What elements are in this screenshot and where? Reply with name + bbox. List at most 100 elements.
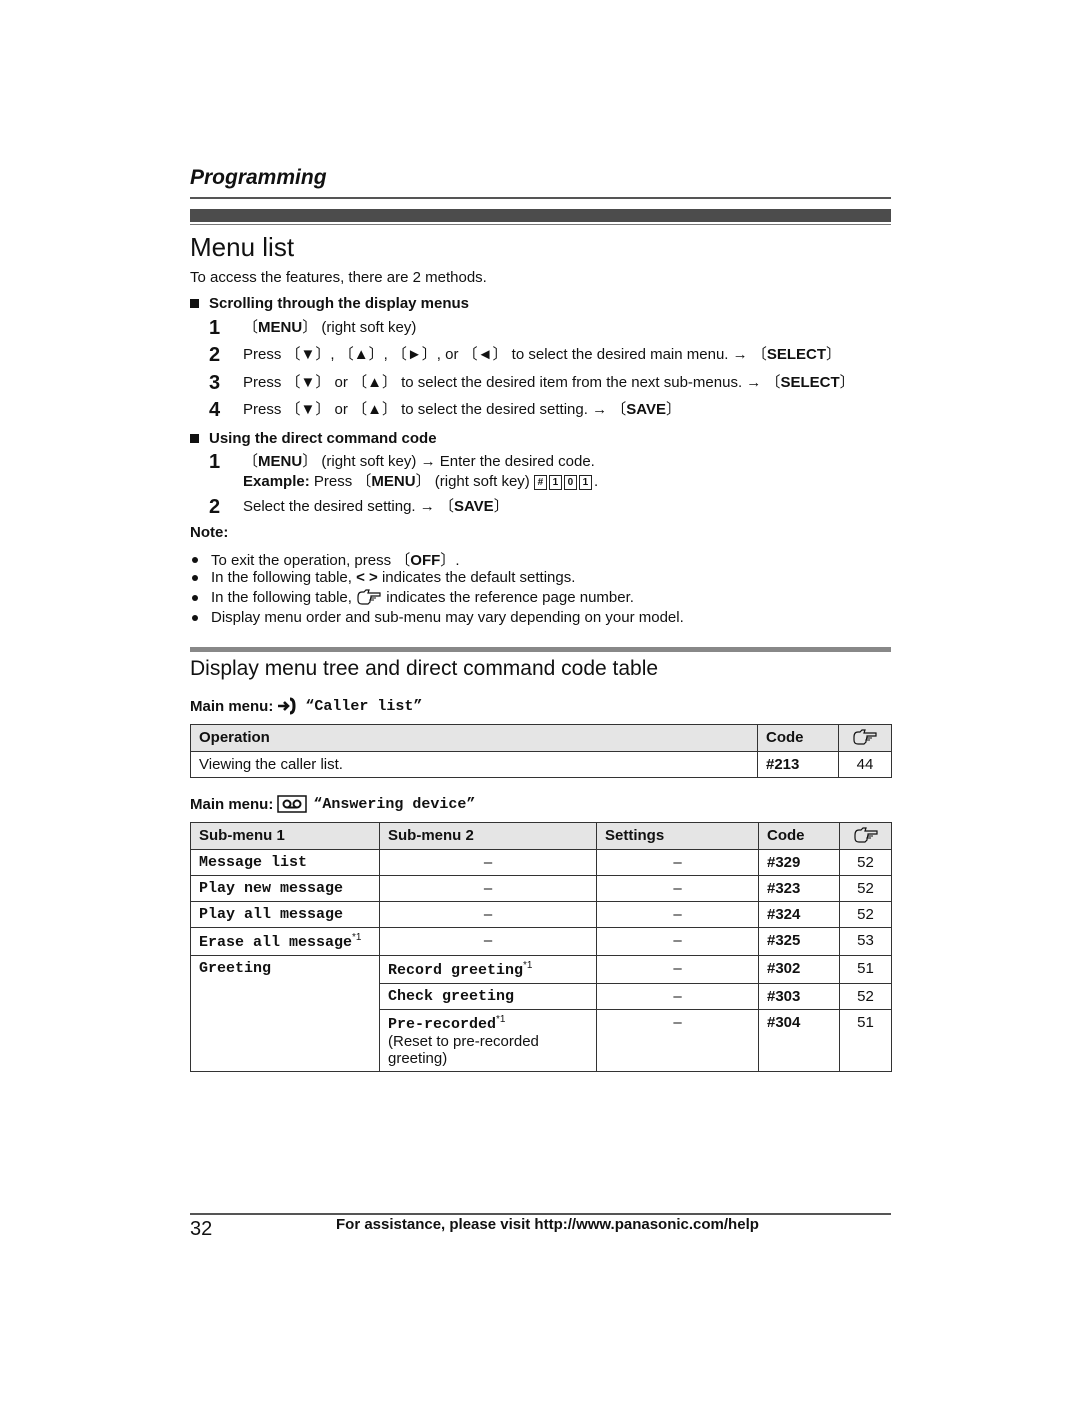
code-cell: #325 (758, 927, 840, 957)
step-desc: (right soft key) (317, 319, 417, 336)
step-text: 〔MENU〕 (right soft key) → Enter the desi… (243, 453, 599, 490)
method2-step-1: 1 〔MENU〕 (right soft key) → Enter the de… (209, 452, 598, 492)
sub-menu-1-cell: Play new message (190, 875, 380, 903)
menu-key: MENU (258, 453, 303, 470)
header-page (838, 723, 892, 753)
sub-menu-2-cell: – (379, 849, 597, 877)
header-code: Code (758, 821, 840, 851)
step-desc: to select the desired setting. → (396, 401, 612, 418)
table-row: Erase all message*1 – – #325 53 (190, 927, 892, 957)
code-cell: #302 (758, 955, 840, 985)
footnote-marker: *1 (496, 1014, 506, 1026)
method1-step-4: 4 Press 〔▼〕 or 〔▲〕 to select the desired… (209, 400, 681, 420)
code-cell: #304 (758, 1009, 840, 1073)
main-menu-caller-list-label: Main menu: “Caller list” (190, 697, 422, 715)
select-key: SELECT (780, 374, 840, 391)
sub-menu-2-cell: – (379, 875, 597, 903)
caller-list-table: Operation Code Viewing the caller list. … (190, 723, 892, 779)
page-cell: 52 (839, 849, 892, 877)
sub-menu-2-description: (Reset to pre-recorded greeting) (388, 1033, 539, 1068)
up-key: ▲ (367, 374, 382, 391)
note-text-part: In the following table, (211, 569, 357, 586)
step-desc: to select the desired item from the next… (396, 374, 766, 391)
header-settings: Settings (596, 821, 759, 851)
note-label: Note: (190, 524, 229, 541)
method2-heading: Using the direct command code (190, 430, 437, 447)
settings-cell: – (596, 955, 759, 985)
step-number: 2 (209, 496, 221, 518)
table-row: Viewing the caller list. #213 44 (190, 751, 892, 779)
method2-step-2: 2 Select the desired setting. → 〔SAVE〕 (209, 497, 509, 517)
sub-menu-2-cell: – (379, 901, 597, 929)
note-text-part: indicates the reference page number. (382, 589, 634, 606)
down-key: ▼ (300, 374, 316, 391)
settings-cell: – (596, 1009, 759, 1073)
code-cell: #213 (757, 751, 839, 779)
main-menu-label: Main menu: (190, 795, 274, 813)
sub-menu-1-cell: Play all message (190, 901, 380, 929)
up-key: ▲ (367, 401, 382, 418)
method1-heading-text: Scrolling through the display menus (209, 295, 470, 312)
sub-menu-2-cell: – (379, 927, 597, 957)
step-desc: to select the desired main menu. → (507, 346, 752, 363)
off-key: OFF (410, 552, 441, 569)
hash-key-icon: # (533, 474, 547, 490)
note-item: Display menu order and sub-menu may vary… (190, 609, 684, 626)
save-key: SAVE (626, 401, 666, 418)
step-desc: Press (243, 346, 286, 363)
page-number: 32 (190, 1218, 213, 1240)
square-bullet-icon (190, 299, 199, 308)
sub-menu-2-text: Record greeting (388, 962, 524, 980)
pointing-hand-icon (357, 589, 381, 605)
step-number: 1 (209, 317, 221, 339)
footnote-marker: *1 (352, 932, 362, 944)
sub-menu-2-text: Pre-recorded (388, 1016, 497, 1034)
note-text: In the following table, < > indicates th… (211, 569, 575, 586)
table-row: Play all message – – #324 52 (190, 901, 892, 929)
intro-text: To access the features, there are 2 meth… (190, 269, 487, 286)
step-text: 〔MENU〕 (right soft key) (243, 319, 417, 336)
down-key: ▼ (300, 346, 316, 363)
default-marker: < > (356, 569, 378, 586)
settings-cell: – (596, 901, 759, 929)
step-desc: Select the desired setting. → (243, 498, 439, 515)
menu-key: MENU (258, 319, 303, 336)
bullet-icon (192, 574, 198, 581)
header-rule (190, 197, 891, 199)
footer-help-link[interactable]: For assistance, please visit http://www.… (336, 1216, 759, 1233)
page-cell: 51 (839, 955, 892, 985)
step-desc: (right soft key) → Enter the desired cod… (317, 453, 595, 470)
incoming-call-icon (278, 697, 296, 715)
page-cell: 51 (839, 1009, 892, 1073)
method1-step-3: 3 Press 〔▼〕 or 〔▲〕 to select the desired… (209, 373, 855, 393)
menu-key: MENU (371, 473, 416, 490)
header-page (839, 821, 892, 851)
step-text: Press 〔▼〕, 〔▲〕, 〔►〕, or 〔◄〕 to select th… (243, 346, 842, 363)
step-desc: Press (243, 374, 286, 391)
settings-cell: – (596, 875, 759, 903)
step-text: Press 〔▼〕 or 〔▲〕 to select the desired s… (243, 401, 681, 418)
section-divider (190, 647, 891, 652)
step-text: Press 〔▼〕 or 〔▲〕 to select the desired i… (243, 374, 855, 391)
page-cell: 53 (839, 927, 892, 957)
title-bar-underline (190, 224, 891, 225)
main-menu-answering-device-label: Main menu: “Answering device” (190, 795, 475, 813)
sub-menu-1-text: Erase all message (199, 934, 353, 952)
example-label: Example: (243, 473, 310, 490)
page-title: Menu list (190, 232, 295, 262)
step-desc: Press (243, 401, 286, 418)
note-text-part: To exit the operation, press (211, 552, 396, 569)
main-menu-label: Main menu: (190, 697, 274, 715)
right-key: ► (406, 346, 422, 363)
table-section-heading: Display menu tree and direct command cod… (190, 657, 659, 680)
main-menu-name: “Answering device” (313, 795, 476, 813)
up-key: ▲ (353, 346, 369, 363)
table-header-row: Sub-menu 1 Sub-menu 2 Settings Code (190, 821, 892, 851)
code-cell: #323 (758, 875, 840, 903)
left-key: ◄ (477, 346, 493, 363)
method1-heading: Scrolling through the display menus (190, 295, 469, 312)
sub-menu-2-cell: Record greeting*1 (379, 955, 597, 985)
header-operation: Operation (190, 723, 758, 753)
title-bar (190, 209, 891, 222)
table-row: Greeting Record greeting*1 – #302 51 (190, 955, 892, 1073)
